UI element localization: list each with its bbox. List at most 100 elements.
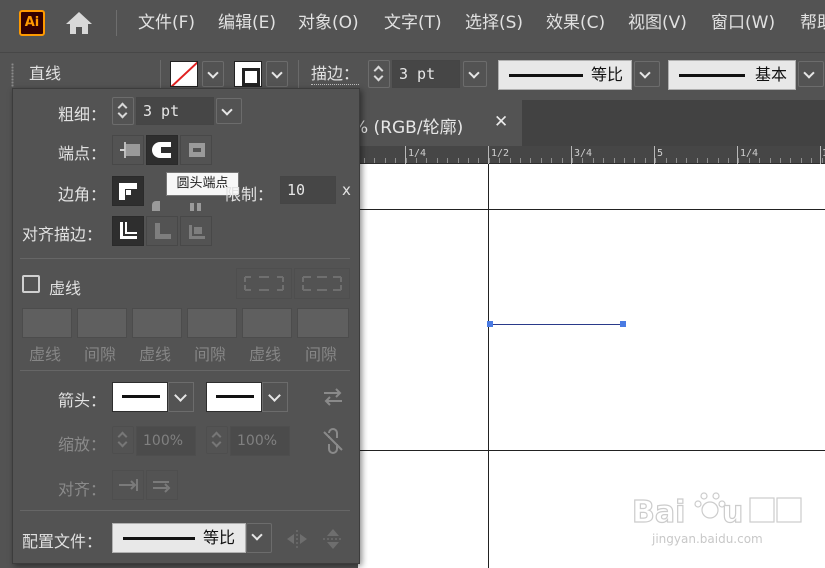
- flip-across-icon[interactable]: [320, 528, 346, 550]
- weight-input[interactable]: 3 pt: [136, 97, 214, 125]
- guide-horizontal[interactable]: [358, 209, 825, 210]
- ruler-minor-tick: [458, 158, 459, 163]
- start-arrowhead-dropdown[interactable]: [168, 382, 194, 412]
- ruler-minor-tick: [551, 158, 552, 163]
- stroke-weight-dropdown[interactable]: [463, 61, 487, 87]
- menu-file[interactable]: 文件(F): [138, 0, 195, 46]
- ruler-minor-tick: [655, 158, 656, 163]
- align-center-button[interactable]: [112, 216, 144, 246]
- menu-view[interactable]: 视图(V): [628, 0, 687, 46]
- start-scale-input[interactable]: 100%: [136, 426, 196, 456]
- ruler-minor-tick: [603, 158, 604, 163]
- ruler-minor-tick: [728, 158, 729, 163]
- start-arrowhead-select[interactable]: [112, 382, 168, 412]
- close-icon[interactable]: ✕: [494, 112, 508, 132]
- weight-spinner[interactable]: [112, 97, 134, 125]
- end-arrowhead-dropdown[interactable]: [262, 382, 288, 412]
- home-icon[interactable]: [64, 9, 94, 37]
- projecting-cap-button[interactable]: [180, 135, 212, 165]
- round-join-button[interactable]: [146, 196, 178, 211]
- brush-dropdown[interactable]: [798, 61, 824, 87]
- flip-along-icon[interactable]: [284, 528, 310, 550]
- bevel-join-icon[interactable]: [190, 196, 204, 211]
- gap-3-input[interactable]: [297, 308, 349, 338]
- ruler-minor-tick: [374, 158, 375, 163]
- align-outside-button[interactable]: [180, 216, 212, 246]
- stroke-panel-link[interactable]: 描边：: [311, 64, 360, 85]
- menu-help[interactable]: 帮助: [800, 0, 825, 46]
- stroke-swatch[interactable]: [234, 61, 262, 87]
- gap-label: 间隙: [84, 345, 117, 364]
- gap-label: 间隙: [194, 345, 227, 364]
- dash-2-input[interactable]: [132, 308, 182, 338]
- ruler-minor-tick: [790, 158, 791, 163]
- end-arrowhead-select[interactable]: [206, 382, 262, 412]
- arrow-extend-button[interactable]: [112, 470, 144, 500]
- menu-type[interactable]: 文字(T): [384, 0, 442, 46]
- miter-join-button[interactable]: [112, 176, 144, 206]
- ruler-minor-tick: [718, 158, 719, 163]
- arrow-place-icon: [153, 481, 171, 493]
- brush-definition[interactable]: 基本: [668, 60, 796, 90]
- end-scale-input[interactable]: 100%: [230, 426, 290, 456]
- chevron-down-icon[interactable]: [373, 71, 384, 82]
- chevron-down-icon[interactable]: [211, 437, 222, 448]
- control-bar-grip[interactable]: [11, 63, 14, 87]
- preserve-dash-icon: [244, 276, 284, 291]
- stroke-weight-spinner[interactable]: [368, 60, 390, 88]
- miter-limit-input[interactable]: 10: [280, 176, 336, 204]
- link-scale-icon[interactable]: [320, 428, 346, 454]
- align-inside-icon: [155, 223, 171, 239]
- arrowhead-label: 箭头：: [58, 391, 107, 410]
- dash-1-input[interactable]: [22, 308, 72, 338]
- dashed-line-checkbox[interactable]: [22, 275, 40, 293]
- panel-divider: [20, 370, 350, 371]
- variable-width-profile[interactable]: 等比: [498, 60, 632, 90]
- butt-cap-button[interactable]: [112, 135, 144, 165]
- anchor-point-end[interactable]: [620, 321, 626, 327]
- gap-2-input[interactable]: [187, 308, 237, 338]
- menu-edit[interactable]: 编辑(E): [218, 0, 276, 46]
- weight-dropdown[interactable]: [216, 98, 242, 124]
- corner-label: 边角：: [58, 185, 107, 204]
- document-tab-title[interactable]: % (RGB/轮廓): [352, 113, 463, 138]
- align-dash-icon: [302, 276, 342, 291]
- ruler-minor-tick: [447, 158, 448, 163]
- ruler-label: 3/4: [574, 148, 593, 159]
- dash-3-input[interactable]: [242, 308, 292, 338]
- profile-line-preview: [123, 537, 195, 540]
- fill-none-swatch[interactable]: [170, 61, 198, 87]
- ruler-minor-tick: [780, 158, 781, 163]
- menu-object[interactable]: 对象(O): [298, 0, 359, 46]
- ruler-minor-tick: [801, 158, 802, 163]
- align-dash-button[interactable]: [294, 268, 350, 299]
- selected-line-path[interactable]: [490, 324, 624, 325]
- swap-arrows-icon[interactable]: [320, 386, 346, 408]
- ruler-minor-tick: [676, 158, 677, 163]
- align-inside-button[interactable]: [146, 216, 178, 246]
- stroke-weight-input[interactable]: 3 pt: [392, 60, 460, 88]
- fill-dropdown[interactable]: [202, 61, 224, 87]
- profile-label: 配置文件：: [22, 532, 103, 551]
- arrow-place-button[interactable]: [146, 470, 178, 500]
- preserve-dash-button[interactable]: [236, 268, 292, 299]
- ruler-minor-tick: [489, 158, 490, 163]
- width-profile-select[interactable]: 等比: [112, 523, 246, 553]
- gap-1-input[interactable]: [77, 308, 127, 338]
- anchor-point-start[interactable]: [487, 321, 493, 327]
- start-scale-spinner[interactable]: [112, 426, 134, 454]
- width-profile-dropdown[interactable]: [246, 523, 272, 553]
- menu-select[interactable]: 选择(S): [465, 0, 523, 46]
- chevron-down-icon[interactable]: [117, 108, 128, 119]
- menu-effect[interactable]: 效果(C): [546, 0, 605, 46]
- profile-dropdown[interactable]: [634, 61, 660, 87]
- round-cap-button[interactable]: [146, 135, 178, 165]
- guide-vertical[interactable]: [488, 164, 489, 568]
- guide-horizontal[interactable]: [358, 450, 825, 451]
- ruler-minor-tick: [822, 158, 823, 163]
- ruler-label: 5: [657, 148, 664, 159]
- stroke-color-dropdown[interactable]: [266, 61, 288, 87]
- menu-window[interactable]: 窗口(W): [711, 0, 775, 46]
- end-scale-spinner[interactable]: [206, 426, 228, 454]
- chevron-down-icon[interactable]: [117, 437, 128, 448]
